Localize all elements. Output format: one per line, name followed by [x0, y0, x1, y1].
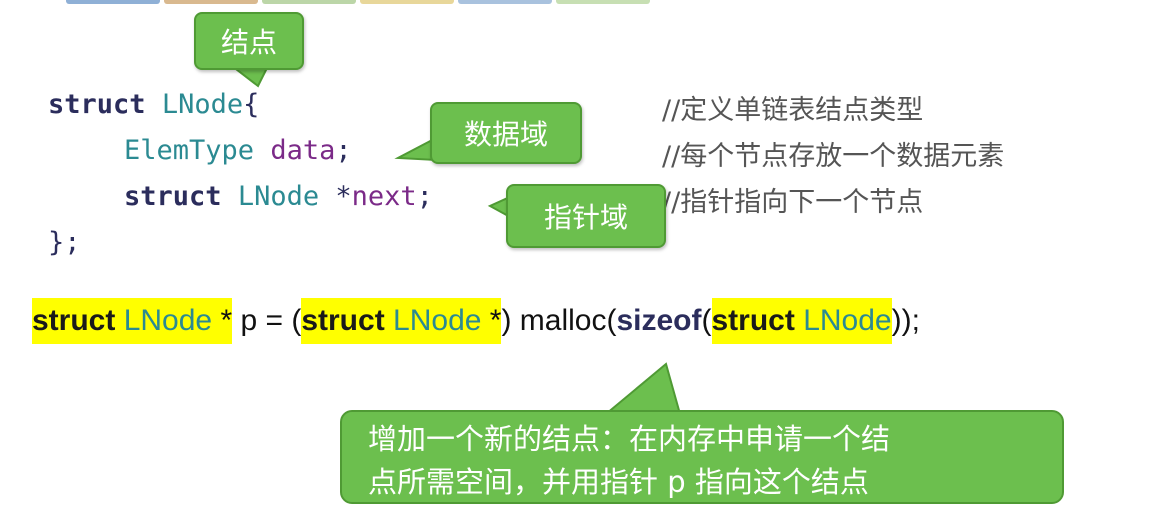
highlight-struct-2: struct LNode * [301, 298, 502, 344]
explanation-callout: 增加一个新的结点：在内存中申请一个结 点所需空间，并用指针 p 指向这个结点 [340, 410, 1064, 504]
highlight-struct-3: struct LNode [711, 298, 892, 344]
pointer-field-callout: 指针域 [506, 184, 666, 248]
node-callout: 结点 [194, 12, 304, 70]
malloc-statement: struct LNode * p = (struct LNode *) mall… [32, 296, 920, 346]
explanation-callout-tail [603, 362, 682, 415]
highlight-struct-1: struct LNode * [32, 298, 233, 344]
data-field-callout: 数据域 [430, 102, 582, 164]
